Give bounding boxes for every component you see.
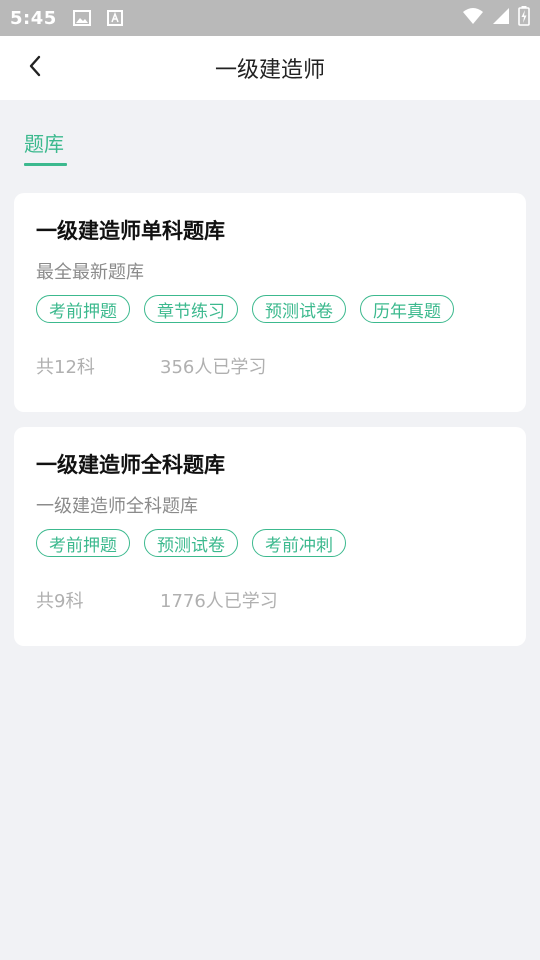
tag: 预测试卷: [144, 529, 238, 557]
tag: 考前押题: [36, 529, 130, 557]
tab-question-bank[interactable]: 题库: [24, 128, 64, 163]
tag: 预测试卷: [252, 295, 346, 323]
page-title: 一级建造师: [214, 58, 325, 83]
image-icon: [72, 10, 91, 26]
card-subtitle: 最全最新题库: [36, 262, 144, 283]
card-meta: 共12科 356人已学习: [36, 353, 504, 379]
text-icon: [106, 10, 123, 26]
tab-bar: 题库: [24, 128, 67, 166]
tag-list: 考前押题 预测试卷 考前冲刺: [36, 529, 504, 557]
tag: 历年真题: [360, 295, 454, 323]
tag-list: 考前押题 章节练习 预测试卷 历年真题: [36, 295, 504, 323]
subject-count: 共9科: [36, 591, 84, 612]
tag: 考前冲刺: [252, 529, 346, 557]
tag: 考前押题: [36, 295, 130, 323]
subject-count: 共12科: [36, 357, 95, 378]
battery-icon: [518, 6, 530, 30]
card-meta: 共9科 1776人已学习: [36, 587, 504, 613]
status-bar: 5:45: [0, 0, 540, 36]
app-bar: 一级建造师: [0, 36, 540, 100]
status-icons: [462, 6, 530, 30]
chevron-left-icon: [26, 54, 46, 82]
learner-count: 356人已学习: [160, 357, 267, 378]
signal-icon: [492, 7, 510, 29]
tab-indicator: [24, 163, 67, 166]
status-time: 5:45: [10, 7, 57, 29]
wifi-icon: [462, 7, 484, 29]
card-title: 一级建造师单科题库: [36, 219, 225, 243]
tab-label: 题库: [24, 132, 64, 156]
question-bank-card[interactable]: 一级建造师单科题库 最全最新题库 考前押题 章节练习 预测试卷 历年真题 共12…: [14, 193, 526, 412]
question-bank-card[interactable]: 一级建造师全科题库 一级建造师全科题库 考前押题 预测试卷 考前冲刺 共9科 1…: [14, 427, 526, 646]
learner-count: 1776人已学习: [160, 591, 278, 612]
card-subtitle: 一级建造师全科题库: [36, 496, 198, 517]
tag: 章节练习: [144, 295, 238, 323]
back-button[interactable]: [18, 50, 54, 86]
card-title: 一级建造师全科题库: [36, 453, 225, 477]
